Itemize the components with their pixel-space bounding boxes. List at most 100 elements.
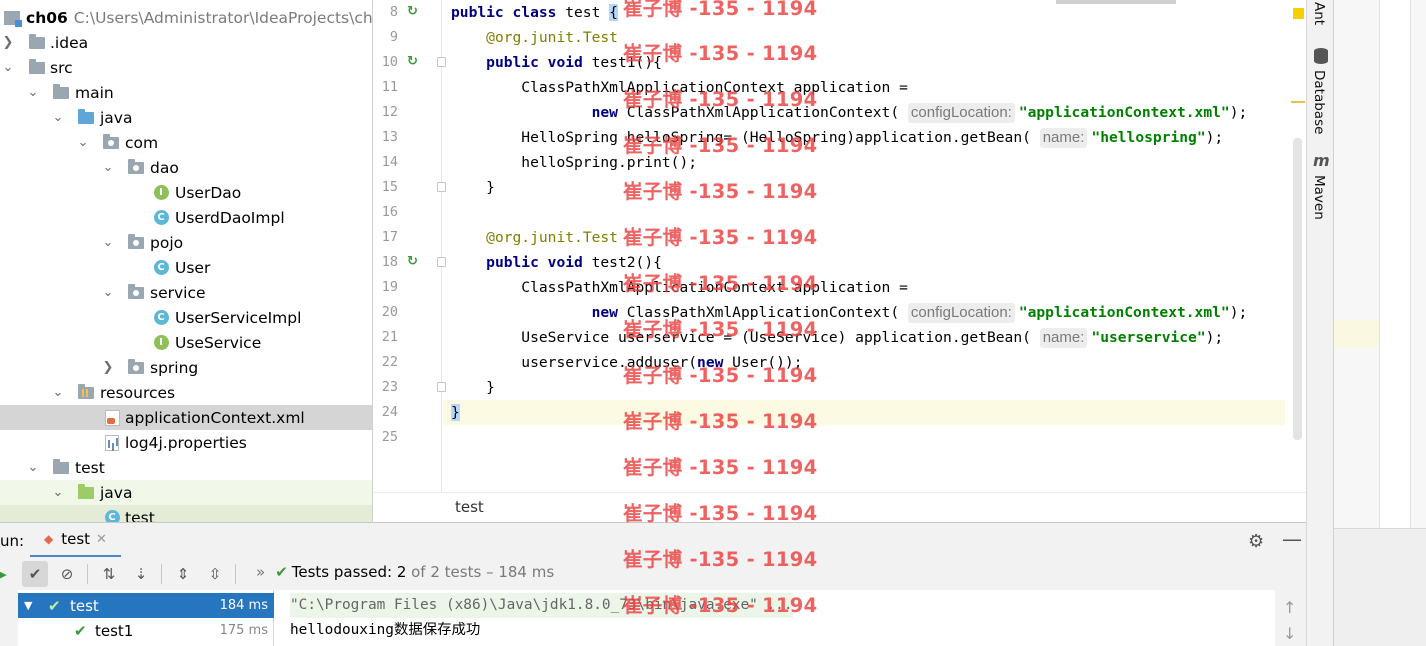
chevron-down-icon[interactable]: ⌄ <box>0 55 16 80</box>
warning-icon[interactable] <box>1293 8 1304 19</box>
passed-count: 2 <box>396 563 407 581</box>
sort-by-duration-icon[interactable]: ⇣ <box>128 561 154 587</box>
run-test-icon[interactable]: ↻ <box>407 55 421 69</box>
line-number: 13 <box>381 129 398 145</box>
interface-icon: I <box>152 330 170 355</box>
expand-all-icon[interactable]: ⇕ <box>170 561 196 587</box>
gear-icon[interactable]: ⚙ <box>1248 531 1264 552</box>
chevron-down-icon[interactable]: ⌄ <box>50 380 66 405</box>
tree-item-label: User <box>175 258 211 277</box>
right-tool-strip: Ant Database m Maven <box>1306 0 1334 646</box>
tree-item-label: resources <box>100 383 176 402</box>
close-icon[interactable]: ✕ <box>96 532 107 547</box>
chevron-down-icon[interactable]: ⌄ <box>25 455 41 480</box>
tree-item-label: UserdDaoImpl <box>175 208 285 227</box>
rerun-icon[interactable]: ▸ <box>0 561 16 587</box>
tree-item-test[interactable]: ⌄ test <box>0 455 372 480</box>
project-tool-window: ch06 C:\Users\Administrator\IdeaProjects\… <box>0 0 373 522</box>
code-area[interactable]: public class test { @org.junit.Test publ… <box>443 0 1306 492</box>
line-number: 11 <box>381 79 398 95</box>
tree-item-test-class[interactable]: C test <box>0 505 372 522</box>
tree-item-log4j-properties[interactable]: log4j.properties <box>0 430 372 455</box>
tree-item-pojo[interactable]: ⌄ pojo <box>0 230 372 255</box>
more-icon[interactable]: » <box>256 563 265 581</box>
chevron-down-icon[interactable]: ⌄ <box>100 230 116 255</box>
code-line: public void test2(){ <box>486 254 662 271</box>
tree-item-spring[interactable]: ❯ spring <box>0 355 372 380</box>
line-number: 19 <box>381 279 398 295</box>
maven-tab[interactable]: Maven <box>1311 175 1327 220</box>
passed-icon: ✔ <box>48 596 61 615</box>
chevron-down-icon[interactable]: ▼ <box>24 599 32 612</box>
run-test-icon[interactable]: ↻ <box>407 5 421 19</box>
tree-root-path: C:\Users\Administrator\IdeaProjects\ch06 <box>73 8 373 27</box>
tree-item-label: log4j.properties <box>125 433 247 452</box>
editor-scrollbar[interactable] <box>1293 138 1302 440</box>
console-side-toolbar: ↑ ↓ <box>1275 590 1306 646</box>
console-output[interactable]: "C:\Program Files (x86)\Java\jdk1.8.0_73… <box>275 590 1275 646</box>
tree-item-com[interactable]: ⌄ com <box>0 130 372 155</box>
test-result-row[interactable]: ▼ ✔ test 184 ms <box>18 593 274 618</box>
chevron-right-icon[interactable]: ❯ <box>100 355 116 380</box>
arrow-down-icon[interactable]: ↓ <box>1283 624 1296 643</box>
tree-item-service[interactable]: ⌄ service <box>0 280 372 305</box>
code-line: @org.junit.Test <box>486 29 618 46</box>
tree-item-userdao[interactable]: I UserDao <box>0 180 372 205</box>
chevron-down-icon[interactable]: ⌄ <box>75 130 91 155</box>
tree-item-idea[interactable]: ❯ .idea <box>0 30 372 55</box>
line-number: 12 <box>381 104 398 120</box>
tree-item-test-java[interactable]: ⌄ java <box>0 480 372 505</box>
tree-item-java[interactable]: ⌄ java <box>0 105 372 130</box>
chevron-down-icon[interactable]: ⌄ <box>50 105 66 130</box>
collapse-all-icon[interactable]: ⇳ <box>202 561 228 587</box>
chevron-down-icon[interactable]: ⌄ <box>100 155 116 180</box>
tree-item-userddaoimpl[interactable]: C UserdDaoImpl <box>0 205 372 230</box>
class-icon: C <box>152 205 170 230</box>
package-icon <box>127 355 145 380</box>
chevron-down-icon[interactable]: ⌄ <box>50 480 66 505</box>
properties-file-icon <box>103 430 121 455</box>
database-tab[interactable]: Database <box>1311 70 1327 134</box>
tree-item-label: UserDao <box>175 183 242 202</box>
tree-item-resources[interactable]: ⌄ resources <box>0 380 372 405</box>
maven-icon: m <box>1313 151 1330 170</box>
show-ignored-icon[interactable]: ⊘ <box>54 561 80 587</box>
tree-item-src[interactable]: ⌄ src <box>0 55 372 80</box>
run-toolbar: ▸ ✔ ⊘ ⇅ ⇣ ⇕ ⇳ » ✔ Tests passed: 2 of 2 tes… <box>0 557 1306 590</box>
line-number: 21 <box>381 329 398 345</box>
minimize-icon[interactable]: — <box>1282 527 1302 551</box>
tree-item-label: pojo <box>150 233 184 252</box>
chevron-down-icon[interactable]: ⌄ <box>100 280 116 305</box>
error-stripe-mark[interactable] <box>1291 101 1305 103</box>
code-line: userservice.adduser(new User()); <box>521 354 803 371</box>
chevron-down-icon[interactable]: ⌄ <box>25 80 41 105</box>
run-tab-test[interactable]: ◆ test ✕ <box>30 523 121 558</box>
package-icon <box>127 280 145 305</box>
tree-root-ch06[interactable]: ch06 C:\Users\Administrator\IdeaProjects\… <box>0 5 372 30</box>
parameter-hint: name: <box>1039 128 1088 148</box>
run-test-icon[interactable]: ↻ <box>407 255 421 269</box>
show-passed-icon[interactable]: ✔ <box>22 561 48 587</box>
tree-item-main[interactable]: ⌄ main <box>0 80 372 105</box>
test-result-row[interactable]: ✔ test1 175 ms <box>18 618 274 643</box>
package-icon <box>102 130 120 155</box>
module-icon <box>3 5 22 30</box>
editor-horizontal-scroll[interactable] <box>1056 0 1176 4</box>
tree-item-applicationcontext-xml[interactable]: applicationContext.xml <box>0 405 372 430</box>
package-icon <box>127 230 145 255</box>
tree-item-dao[interactable]: ⌄ dao <box>0 155 372 180</box>
tree-item-user[interactable]: C User <box>0 255 372 280</box>
tests-total: of 2 tests – 184 ms <box>406 563 555 581</box>
chevron-right-icon[interactable]: ❯ <box>0 30 16 55</box>
test-result-name: test1 <box>95 621 134 640</box>
code-editor[interactable]: 8 9 10 11 12 13 14 15 16 17 18 19 20 21 … <box>374 0 1306 492</box>
ant-tab[interactable]: Ant <box>1311 2 1327 25</box>
breadcrumb-item[interactable]: test <box>455 498 484 516</box>
arrow-up-icon[interactable]: ↑ <box>1283 598 1296 617</box>
tree-item-label: dao <box>150 158 179 177</box>
code-line: helloSpring.print(); <box>521 154 698 171</box>
tree-item-useservice[interactable]: I UseService <box>0 330 372 355</box>
line-number: 15 <box>381 179 398 195</box>
sort-alphabetically-icon[interactable]: ⇅ <box>96 561 122 587</box>
tree-item-userserviceimpl[interactable]: C UserServiceImpl <box>0 305 372 330</box>
